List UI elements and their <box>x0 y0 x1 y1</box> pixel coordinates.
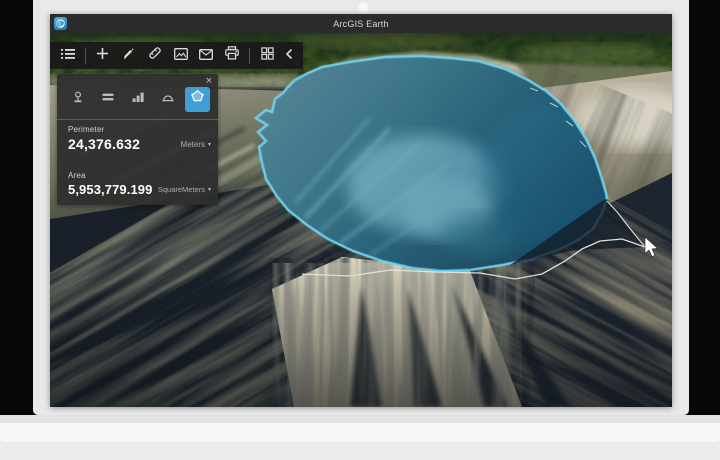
draw-icon <box>122 47 135 65</box>
tab-measure-area[interactable] <box>185 86 210 112</box>
title-bar: ArcGIS Earth <box>50 14 672 33</box>
tab-measure-dome[interactable] <box>155 87 180 112</box>
arcgis-earth-window: ArcGIS Earth × Perimeter 24,376.632 Mete… <box>50 14 672 407</box>
measure-tabs <box>65 86 210 112</box>
print-icon <box>225 46 240 65</box>
email-icon <box>199 47 214 65</box>
snapshot-button[interactable] <box>168 42 194 69</box>
laptop-base-band <box>0 415 720 423</box>
measure-area-icon <box>190 89 205 109</box>
perimeter-value: 24,376.632 <box>68 136 141 152</box>
table-of-contents-icon <box>60 47 75 65</box>
table-of-contents-button[interactable] <box>55 42 81 69</box>
perimeter-unit-dropdown[interactable]: Meters ▾ <box>181 140 211 149</box>
webcam-dot <box>358 2 369 13</box>
chevron-down-icon: ▾ <box>207 141 211 148</box>
print-button[interactable] <box>219 42 245 69</box>
measure-dome-icon <box>161 90 175 109</box>
measure-distance-icon <box>101 90 115 109</box>
toolbar-separator <box>249 47 251 64</box>
perimeter-unit-label: Meters <box>180 139 205 149</box>
perimeter-label: Perimeter <box>68 125 105 134</box>
measure-icon <box>148 46 162 65</box>
area-unit-label: SquareMeters <box>157 185 205 194</box>
apps-grid-button[interactable] <box>254 42 280 69</box>
measure-button[interactable] <box>142 42 168 69</box>
measure-panel: × Perimeter 24,376.632 Meters ▾ Area 5,9… <box>57 74 218 205</box>
window-title: ArcGIS Earth <box>333 18 389 29</box>
add-data-button[interactable] <box>90 42 116 69</box>
tab-measure-elevation[interactable] <box>125 87 150 112</box>
collapse-toolbar-button[interactable] <box>280 42 298 69</box>
measure-location-icon <box>71 90 85 109</box>
panel-divider <box>57 119 218 120</box>
snapshot-icon <box>173 47 188 65</box>
laptop-base-bottom <box>0 442 720 460</box>
toolbar-separator <box>84 47 86 64</box>
area-label: Area <box>68 171 86 180</box>
laptop-base-front <box>0 423 720 442</box>
laptop-mockup: ArcGIS Earth × Perimeter 24,376.632 Mete… <box>0 0 720 460</box>
area-unit-dropdown[interactable]: SquareMeters ▾ <box>158 185 211 194</box>
tab-measure-distance[interactable] <box>95 87 120 112</box>
apps-grid-icon <box>260 46 274 65</box>
draw-button[interactable] <box>116 42 142 69</box>
collapse-icon <box>285 47 293 65</box>
main-toolbar <box>50 42 303 69</box>
measure-elevation-icon <box>131 90 145 109</box>
tab-measure-location[interactable] <box>65 87 90 112</box>
chevron-down-icon: ▾ <box>207 187 211 193</box>
email-button[interactable] <box>193 42 219 69</box>
area-value: 5,953,779.199 <box>68 182 153 197</box>
add-data-icon <box>96 47 109 65</box>
